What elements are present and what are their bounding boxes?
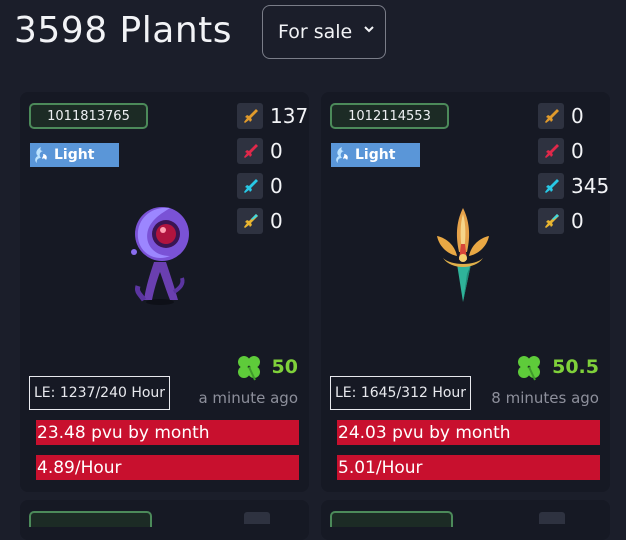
stat-row-3: 0 — [237, 172, 283, 200]
plant-id-badge-partial — [330, 511, 453, 527]
stat-row-4: 0 — [538, 207, 584, 235]
listed-time: a minute ago — [198, 389, 298, 407]
plant-id-badge: 1011813765 — [29, 103, 148, 129]
stat-tile-partial — [539, 512, 565, 524]
cyan-sword-icon — [237, 173, 263, 199]
le-info-box: LE: 1645/312 Hour — [330, 376, 472, 410]
stat-value: 137 — [270, 104, 309, 128]
element-label: Light — [54, 147, 95, 163]
pvu-month-bar: 23.48 pvu by month — [36, 420, 299, 445]
yellow-cyan-sword-icon — [237, 208, 263, 234]
light-element-icon — [336, 147, 348, 163]
stat-row-3: 345 — [538, 172, 609, 200]
red-sword-icon — [237, 138, 263, 164]
sale-filter-value: For sale — [278, 21, 353, 43]
stat-row-1: 137 — [237, 102, 308, 130]
clover-group: 50.5 — [514, 352, 599, 382]
plant-card-partial[interactable] — [321, 500, 610, 540]
stat-value: 0 — [270, 174, 283, 198]
red-sword-icon — [538, 138, 564, 164]
stat-tile-partial — [244, 512, 270, 524]
pvu-hour-bar: 4.89/Hour — [36, 455, 299, 480]
pvu-month-bar: 24.03 pvu by month — [337, 420, 600, 445]
element-badge: Light — [331, 143, 420, 167]
clover-group: 50 — [234, 352, 298, 382]
stat-value: 0 — [270, 209, 283, 233]
clover-value: 50.5 — [552, 356, 599, 378]
stat-value: 0 — [270, 139, 283, 163]
stat-row-2: 0 — [538, 137, 584, 165]
four-leaf-clover-icon — [518, 356, 541, 381]
plant-card-partial[interactable] — [20, 500, 309, 540]
stat-row-4: 0 — [237, 207, 283, 235]
pvu-hour-bar: 5.01/Hour — [337, 455, 600, 480]
chevron-down-icon — [364, 26, 374, 33]
yellow-cyan-sword-icon — [538, 208, 564, 234]
listed-time: 8 minutes ago — [491, 389, 599, 407]
orange-sword-icon — [538, 103, 564, 129]
stat-value: 0 — [571, 139, 584, 163]
light-element-icon — [35, 147, 47, 163]
orange-sword-icon — [237, 103, 263, 129]
plant-card[interactable]: 1012114553 Light 0 0 345 0 50.5 LE: 1645… — [321, 92, 610, 492]
page-title: 3598 Plants — [14, 10, 233, 51]
plant-image — [131, 207, 189, 305]
stat-value: 0 — [571, 209, 584, 233]
four-leaf-clover-icon — [237, 356, 260, 381]
clover-value: 50 — [271, 356, 298, 378]
stat-value: 345 — [571, 174, 610, 198]
le-info-box: LE: 1237/240 Hour — [29, 376, 171, 410]
plant-image — [437, 208, 489, 302]
sale-filter-select[interactable]: For sale — [262, 5, 386, 59]
stat-row-1: 0 — [538, 102, 584, 130]
element-label: Light — [355, 147, 396, 163]
plant-id-badge: 1012114553 — [330, 103, 449, 129]
plant-card[interactable]: 1011813765 Light 137 0 0 0 50 LE: 1237/2… — [20, 92, 309, 492]
cyan-sword-icon — [538, 173, 564, 199]
stat-value: 0 — [571, 104, 584, 128]
element-badge: Light — [30, 143, 119, 167]
plant-id-badge-partial — [29, 511, 152, 527]
stat-row-2: 0 — [237, 137, 283, 165]
